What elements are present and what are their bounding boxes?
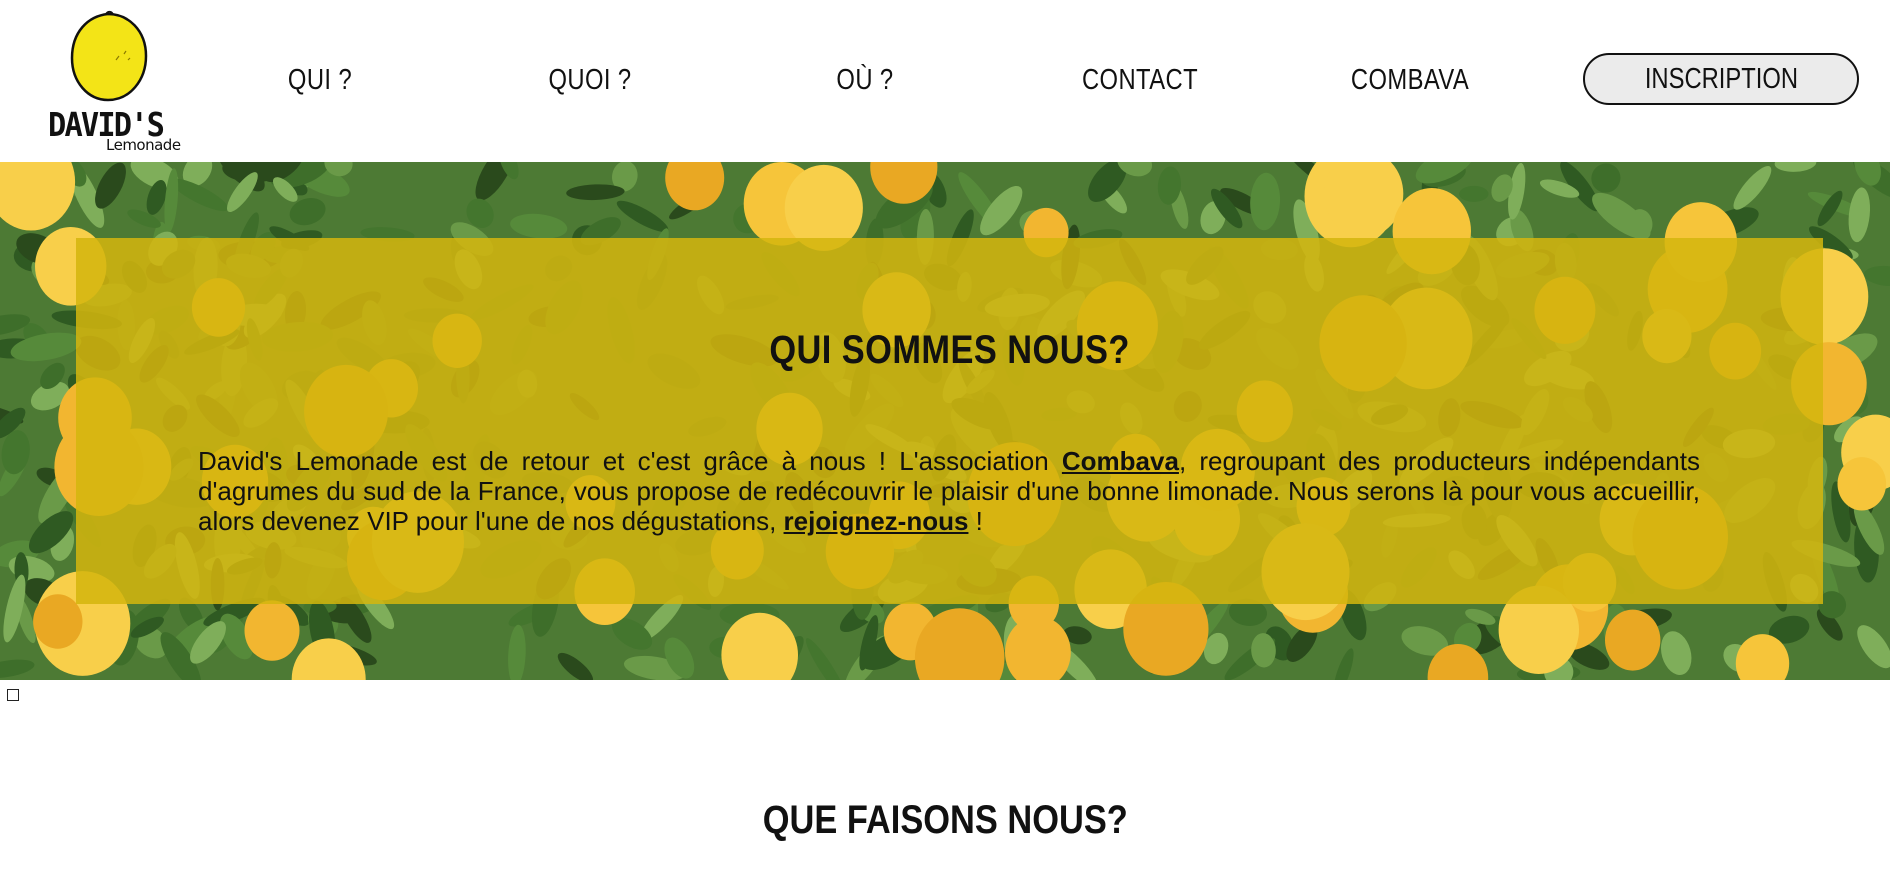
nav-contact[interactable]: CONTACT — [1074, 60, 1205, 100]
logo[interactable]: DAVID'S Lemonade — [46, 10, 181, 158]
brand-tagline: Lemonade — [106, 136, 181, 154]
nav-ou[interactable]: OÙ ? — [808, 60, 923, 100]
inscription-label: INSCRIPTION — [1644, 63, 1798, 95]
nav-combava[interactable]: COMBAVA — [1344, 60, 1475, 100]
checkbox[interactable] — [7, 689, 19, 701]
hero-overlay: QUI SOMMES NOUS? David's Lemonade est de… — [76, 238, 1823, 604]
site-header: DAVID'S Lemonade QUI ? QUOI ? OÙ ? CONTA… — [0, 0, 1890, 162]
hero-banner: QUI SOMMES NOUS? David's Lemonade est de… — [0, 162, 1890, 680]
section-title-que-faisons-nous: QUE FAISONS NOUS? — [762, 798, 1128, 842]
nav-quoi[interactable]: QUOI ? — [533, 60, 648, 100]
rejoignez-nous-link[interactable]: rejoignez-nous — [784, 506, 969, 536]
nav-qui[interactable]: QUI ? — [263, 60, 378, 100]
hero-title: QUI SOMMES NOUS? — [769, 328, 1130, 372]
combava-link[interactable]: Combava — [1062, 446, 1179, 476]
lemon-logo-icon — [70, 10, 148, 102]
inscription-button[interactable]: INSCRIPTION — [1583, 53, 1859, 105]
hero-paragraph: David's Lemonade est de retour et c'est … — [198, 446, 1700, 536]
